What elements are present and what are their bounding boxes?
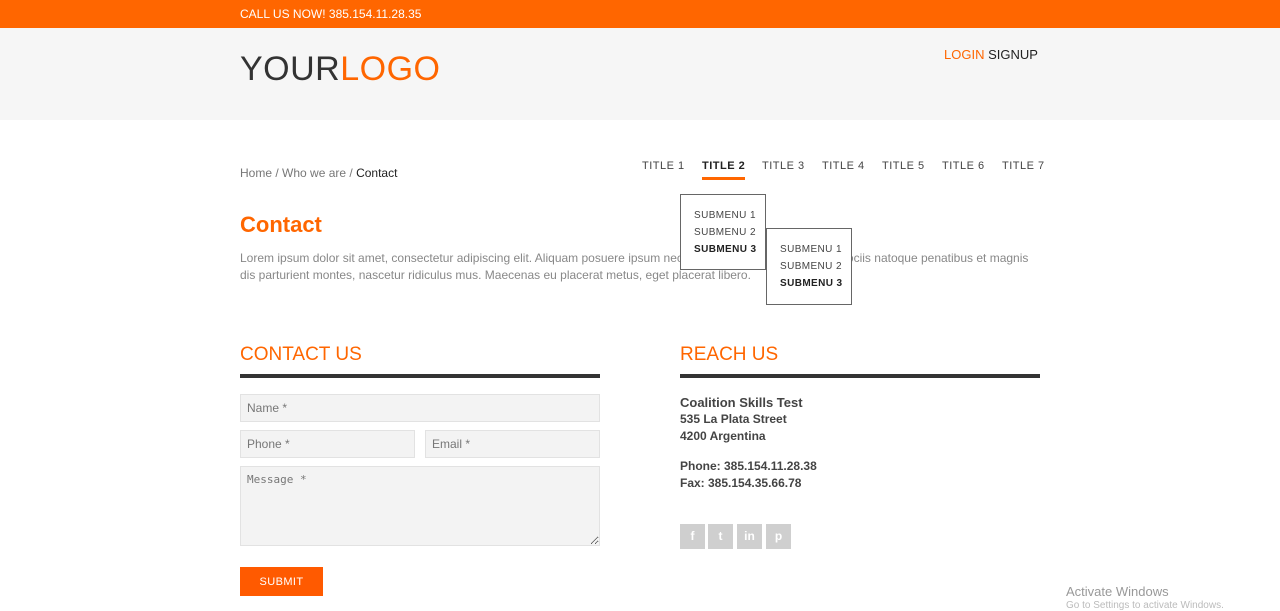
nested-submenu-item-1[interactable]: SUBMENU 1 (780, 244, 842, 255)
logo[interactable]: YOURLOGO (240, 50, 440, 89)
phone-field[interactable] (240, 430, 415, 458)
nav-title-3[interactable]: TITLE 3 (762, 160, 805, 180)
street-address: 535 La Plata Street (680, 412, 787, 426)
reach-us-heading: REACH US (680, 344, 779, 365)
call-us-text: CALL US NOW! 385.154.11.28.35 (240, 7, 422, 21)
nested-submenu-dropdown: SUBMENU 1 SUBMENU 2 SUBMENU 3 (766, 228, 852, 305)
twitter-icon[interactable]: t (708, 524, 733, 549)
nav-title-5[interactable]: TITLE 5 (882, 160, 925, 180)
company-name: Coalition Skills Test (680, 395, 803, 410)
nav-title-7[interactable]: TITLE 7 (1002, 160, 1045, 180)
submit-button[interactable]: SUBMIT (240, 567, 323, 596)
nav-title-4[interactable]: TITLE 4 (822, 160, 865, 180)
breadcrumb-home[interactable]: Home (240, 166, 272, 180)
nested-submenu-item-2[interactable]: SUBMENU 2 (780, 261, 842, 272)
message-field[interactable] (240, 466, 600, 546)
nav-title-6[interactable]: TITLE 6 (942, 160, 985, 180)
activate-windows-watermark: Activate Windows (1066, 584, 1169, 599)
auth-links: LOGIN SIGNUP (944, 47, 1038, 62)
page-title: Contact (240, 212, 322, 237)
contact-us-heading: CONTACT US (240, 344, 362, 365)
breadcrumb-separator: / (346, 166, 357, 180)
intro-paragraph: Lorem ipsum dolor sit amet, consectetur … (240, 251, 1029, 282)
city-address: 4200 Argentina (680, 429, 766, 443)
reach-us-divider (680, 374, 1040, 378)
fax-number: Fax: 385.154.35.66.78 (680, 476, 802, 490)
submenu-item-2[interactable]: SUBMENU 2 (694, 227, 756, 238)
submenu-item-1[interactable]: SUBMENU 1 (694, 210, 756, 221)
linkedin-icon[interactable]: in (737, 524, 762, 549)
signup-link[interactable]: SIGNUP (988, 47, 1038, 62)
logo-part-logo: LOGO (340, 50, 441, 88)
nav-title-2[interactable]: TITLE 2 (702, 160, 746, 180)
breadcrumb-separator: / (272, 166, 283, 180)
top-bar: CALL US NOW! 385.154.11.28.35 (0, 0, 1280, 28)
phone-number: Phone: 385.154.11.28.38 (680, 459, 817, 473)
pinterest-icon[interactable]: p (766, 524, 791, 549)
header: LOGIN SIGNUP (0, 28, 1280, 120)
nav-title-1[interactable]: TITLE 1 (642, 160, 685, 180)
submenu-dropdown: SUBMENU 1 SUBMENU 2 SUBMENU 3 (680, 194, 766, 270)
breadcrumb-current: Contact (356, 166, 398, 180)
facebook-icon[interactable]: f (680, 524, 705, 549)
name-field[interactable] (240, 394, 600, 422)
contact-us-divider (240, 374, 600, 378)
email-field[interactable] (425, 430, 600, 458)
breadcrumb-who-we-are[interactable]: Who we are (282, 166, 346, 180)
submenu-item-3[interactable]: SUBMENU 3 (694, 244, 757, 255)
activate-windows-hint: Go to Settings to activate Windows. (1066, 600, 1224, 611)
logo-part-your: YOUR (240, 50, 341, 88)
login-link[interactable]: LOGIN (944, 47, 984, 62)
breadcrumb: Home / Who we are / Contact (240, 166, 397, 180)
nested-submenu-item-3[interactable]: SUBMENU 3 (780, 278, 843, 289)
